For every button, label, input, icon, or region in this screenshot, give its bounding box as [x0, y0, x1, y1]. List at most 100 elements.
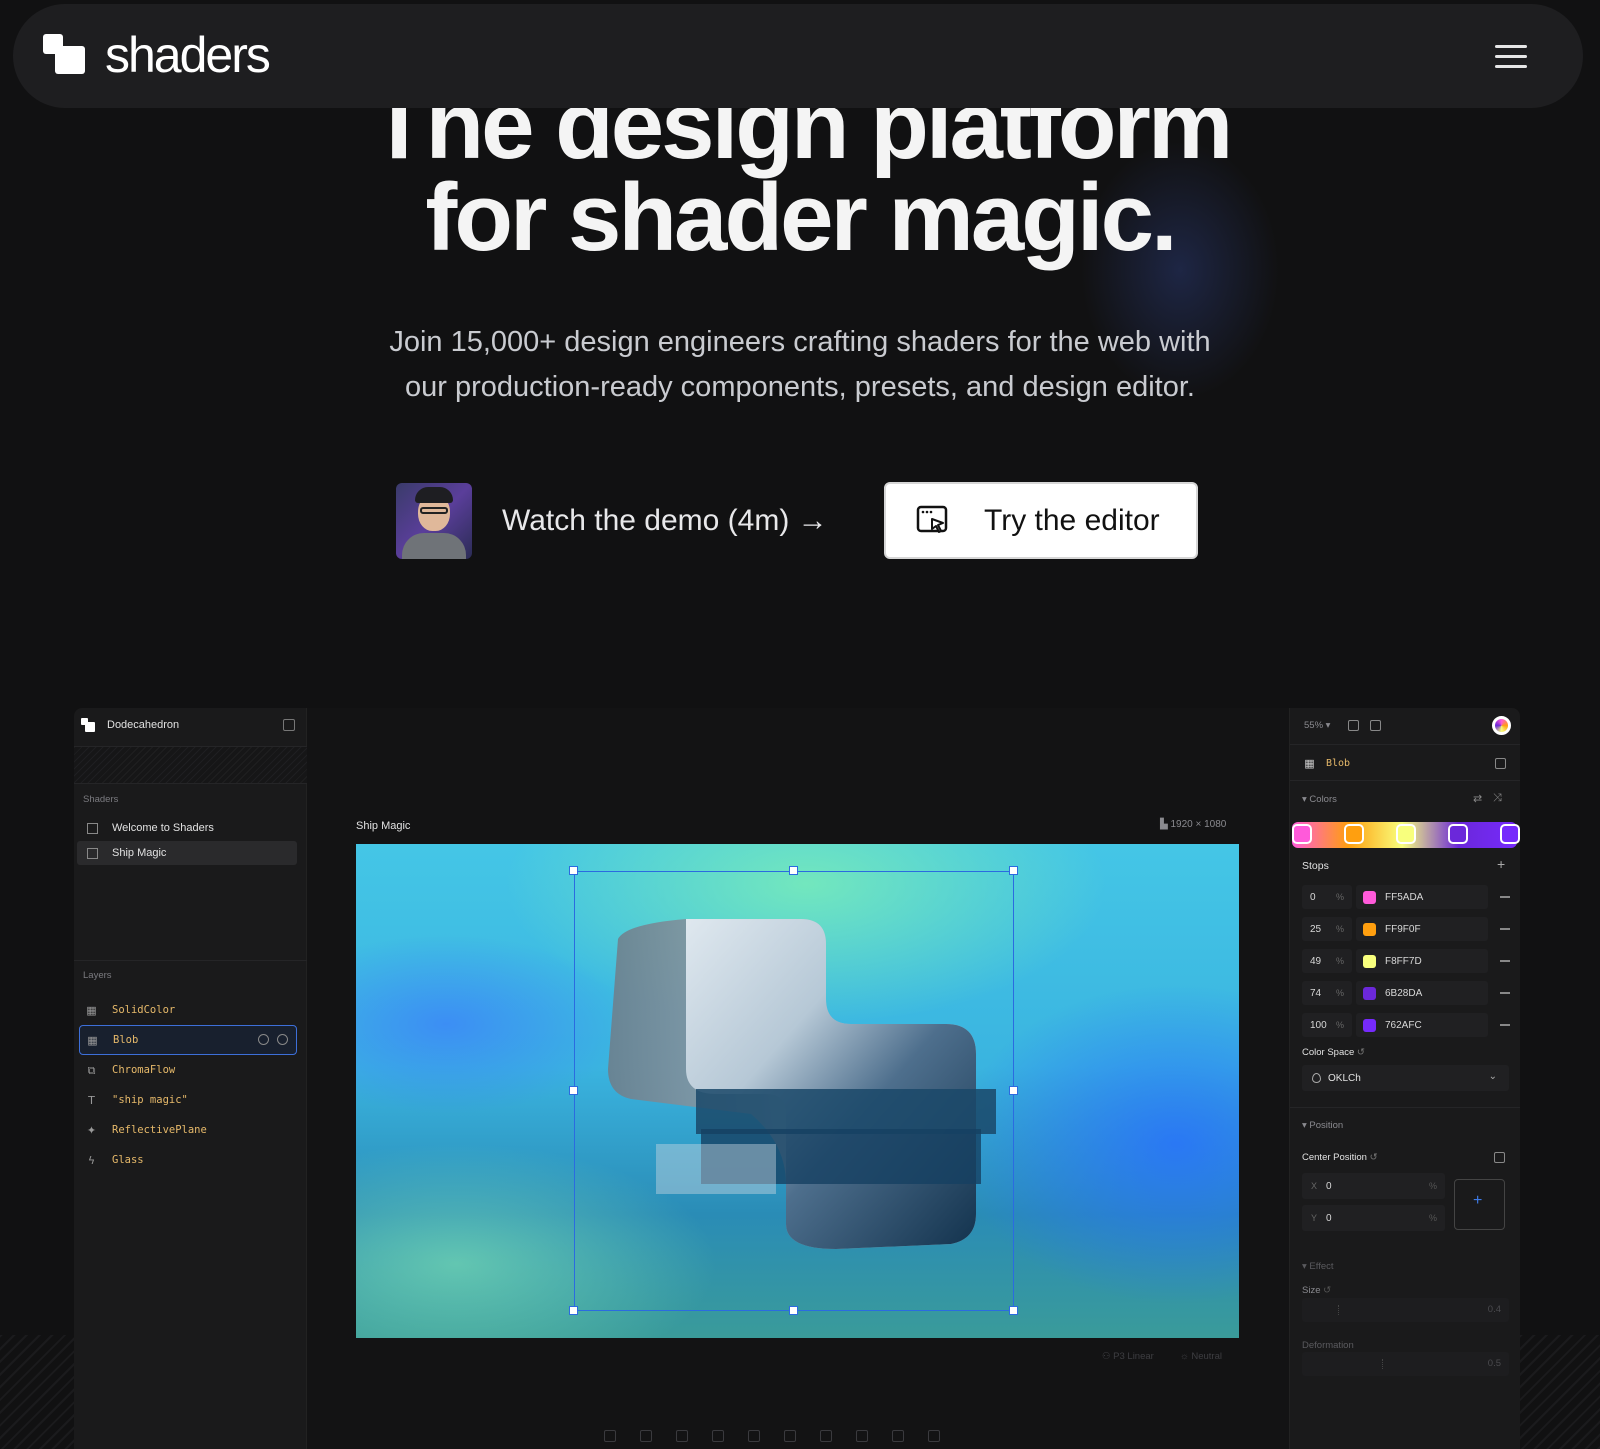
layer-blob[interactable]: ▦ Blob	[79, 1025, 297, 1055]
resize-handle[interactable]	[1009, 866, 1018, 875]
flow-icon: ⧉	[87, 1063, 96, 1077]
bottom-toolbar	[604, 1430, 940, 1442]
frame-tool-icon[interactable]	[1348, 720, 1359, 731]
page-item-ship-magic[interactable]: Ship Magic	[77, 841, 297, 865]
layer-reflectiveplane[interactable]: ✦ ReflectivePlane	[79, 1115, 297, 1145]
color-swatch[interactable]	[1363, 922, 1376, 936]
subheadline-line-1: Join 15,000+ design engineers crafting s…	[389, 326, 1211, 358]
crosshair-icon: +	[1473, 1192, 1483, 1209]
gradient-stop-handle[interactable]	[1396, 824, 1416, 844]
try-editor-button[interactable]: Try the editor	[884, 482, 1198, 559]
resize-handle[interactable]	[789, 1306, 798, 1315]
eye-icon[interactable]	[277, 1034, 288, 1045]
image-tool-icon[interactable]	[820, 1430, 832, 1442]
center-y-input[interactable]: Y 0%	[1302, 1205, 1445, 1231]
drop-tool-icon[interactable]	[856, 1430, 868, 1442]
top-navigation: shaders	[13, 4, 1583, 108]
bolt-tool-icon[interactable]	[712, 1430, 724, 1442]
subheadline-line-2: our production-ready components, presets…	[405, 371, 1195, 403]
layer-chromaflow[interactable]: ⧉ ChromaFlow	[79, 1055, 297, 1085]
swap-icon[interactable]: ⇄	[1473, 792, 1482, 805]
stop-row: 49% F8FF7D	[1302, 949, 1512, 973]
center-position-label: Center Position ↺	[1302, 1152, 1378, 1163]
add-stop-icon[interactable]: +	[1497, 856, 1505, 872]
zoom-level[interactable]: 55% ▾	[1304, 720, 1330, 731]
shapes-tool-icon[interactable]	[676, 1430, 688, 1442]
tone-label[interactable]: ☼ Neutral	[1180, 1351, 1222, 1362]
gradient-stop-handle[interactable]	[1344, 824, 1364, 844]
color-swatch[interactable]	[1363, 1018, 1376, 1032]
resize-handle[interactable]	[789, 866, 798, 875]
layer-text-ship-magic[interactable]: T "ship magic"	[79, 1085, 297, 1115]
headline-line-2: for shader magic.	[425, 164, 1177, 271]
resize-handle[interactable]	[1009, 1306, 1018, 1315]
demo-presenter-thumbnail	[396, 483, 472, 559]
stop-position-input[interactable]: 49%	[1302, 949, 1352, 973]
hamburger-icon[interactable]	[1495, 45, 1527, 69]
layer-glass[interactable]: ϟ Glass	[79, 1145, 297, 1175]
stop-color-input[interactable]: FF9F0F	[1356, 917, 1488, 941]
sparkle-tool-icon[interactable]	[748, 1430, 760, 1442]
stop-color-input[interactable]: FF5ADA	[1356, 885, 1488, 909]
gradient-stop-handle[interactable]	[1500, 824, 1520, 844]
logo-wordmark[interactable]: shaders	[105, 26, 271, 84]
layer-solidcolor[interactable]: ▦ SolidColor	[79, 995, 297, 1025]
color-swatch[interactable]	[1363, 986, 1376, 1000]
gradient-stop-handle[interactable]	[1292, 824, 1312, 844]
deformation-slider[interactable]: 0.5	[1302, 1352, 1509, 1376]
remove-stop-icon[interactable]	[1500, 928, 1510, 930]
stop-position-input[interactable]: 74%	[1302, 981, 1352, 1005]
gradient-stop-handle[interactable]	[1448, 824, 1468, 844]
colors-section-label[interactable]: ▾ Colors	[1302, 794, 1337, 805]
link-icon[interactable]	[1494, 1152, 1505, 1163]
blend-tool-icon[interactable]	[892, 1430, 904, 1442]
drop-icon	[1312, 1073, 1321, 1083]
stop-color-input[interactable]: 762AFC	[1356, 1013, 1488, 1037]
grid-icon: ▦	[1304, 757, 1315, 770]
lock-icon[interactable]	[258, 1034, 269, 1045]
resize-handle[interactable]	[569, 1086, 578, 1095]
remove-stop-icon[interactable]	[1500, 1024, 1510, 1026]
shader-canvas[interactable]	[356, 844, 1239, 1338]
center-x-input[interactable]: X 0%	[1302, 1173, 1445, 1199]
sidebar-toggle-icon[interactable]	[283, 719, 295, 731]
resize-handle[interactable]	[1009, 1086, 1018, 1095]
layers-section-label: Layers	[83, 970, 112, 981]
selection-box[interactable]	[574, 871, 1014, 1311]
flow-tool-icon[interactable]	[784, 1430, 796, 1442]
resize-handle[interactable]	[569, 866, 578, 875]
stop-color-input[interactable]: 6B28DA	[1356, 981, 1488, 1005]
remove-stop-icon[interactable]	[1500, 992, 1510, 994]
docs-icon[interactable]	[1495, 758, 1506, 769]
user-avatar[interactable]	[1492, 716, 1511, 735]
size-slider[interactable]: 0.4	[1302, 1298, 1509, 1322]
position-picker[interactable]: +	[1454, 1179, 1505, 1230]
color-swatch[interactable]	[1363, 890, 1376, 904]
components-icon[interactable]	[1370, 720, 1381, 731]
effect-section-label[interactable]: ▾ Effect	[1302, 1261, 1334, 1272]
watch-demo-link[interactable]: Watch the demo (4m) →	[396, 483, 828, 559]
bolt-icon: ϟ	[87, 1153, 96, 1167]
grid-tool-icon[interactable]	[604, 1430, 616, 1442]
stop-position-input[interactable]: 0%	[1302, 885, 1352, 909]
position-section-label[interactable]: ▾ Position	[1302, 1120, 1343, 1131]
editor-preview: Dodecahedron Shaders Welcome to Shaders …	[74, 708, 1520, 1449]
stop-row: 74% 6B28DA	[1302, 981, 1512, 1005]
resize-handle[interactable]	[569, 1306, 578, 1315]
text-tool-icon[interactable]	[640, 1430, 652, 1442]
chevron-down-icon: ⌄	[1488, 1071, 1497, 1082]
color-profile-label[interactable]: ⚇ P3 Linear	[1102, 1351, 1154, 1362]
page-item-welcome[interactable]: Welcome to Shaders	[77, 816, 297, 840]
stop-position-input[interactable]: 100%	[1302, 1013, 1352, 1037]
stop-color-input[interactable]: F8FF7D	[1356, 949, 1488, 973]
frame-tool-icon[interactable]	[928, 1430, 940, 1442]
color-swatch[interactable]	[1363, 954, 1376, 968]
project-name[interactable]: Dodecahedron	[107, 719, 179, 731]
stop-position-input[interactable]: 25%	[1302, 917, 1352, 941]
decorative-hatch-left	[0, 1335, 74, 1449]
color-space-select[interactable]: OKLCh ⌄	[1302, 1065, 1509, 1091]
remove-stop-icon[interactable]	[1500, 960, 1510, 962]
frame-icon	[87, 822, 98, 834]
remove-stop-icon[interactable]	[1500, 896, 1510, 898]
shuffle-icon[interactable]: ⤨	[1493, 792, 1502, 805]
